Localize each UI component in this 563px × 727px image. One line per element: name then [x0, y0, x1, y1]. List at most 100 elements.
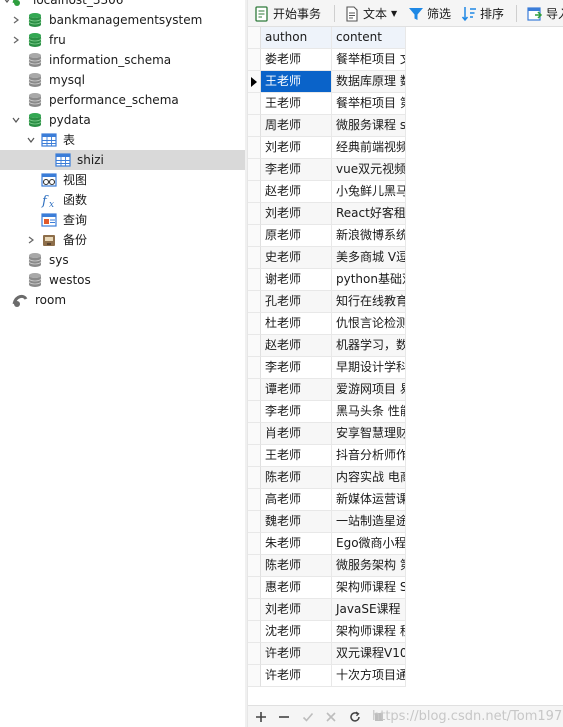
table-row[interactable]: 李老师 黑马头条 性能 — [248, 401, 563, 423]
table-row[interactable]: 陈老师 内容实战 电商 — [248, 467, 563, 489]
table-row[interactable]: 谢老师python基础双 — [248, 269, 563, 291]
tree-db-mysql[interactable]: mysql — [0, 70, 245, 90]
table-row[interactable]: 许老师 双元课程V10 — [248, 643, 563, 665]
table-row[interactable]: 谭老师 爱游网项目 易 — [248, 379, 563, 401]
cell-content[interactable]: 餐举柜项目 文 — [332, 49, 406, 71]
cell-content[interactable]: 仇恨言论检测 — [332, 313, 406, 335]
cell-authon[interactable]: 原老师 — [261, 225, 332, 247]
tree-folder-backups[interactable]: 备份 — [0, 230, 245, 250]
cell-content[interactable]: python基础双 — [332, 269, 406, 291]
cell-authon[interactable]: 陈老师 — [261, 555, 332, 577]
cell-content[interactable]: 安享智慧理财 — [332, 423, 406, 445]
tree-db-information-schema[interactable]: information_schema — [0, 50, 245, 70]
cell-content[interactable]: 新浪微博系统 — [332, 225, 406, 247]
row-gutter[interactable] — [248, 71, 261, 93]
tree-db-pydata[interactable]: pydata — [0, 110, 245, 130]
row-gutter[interactable] — [248, 225, 261, 247]
table-row[interactable]: 魏老师 一站制造星途 — [248, 511, 563, 533]
row-gutter[interactable] — [248, 379, 261, 401]
cell-authon[interactable]: 李老师 — [261, 159, 332, 181]
cell-content[interactable]: Ego微商小程 — [332, 533, 406, 555]
cell-content[interactable]: 知行在线教育 — [332, 291, 406, 313]
table-row[interactable]: 陈老师 微服务架构 第 — [248, 555, 563, 577]
cell-authon[interactable]: 谢老师 — [261, 269, 332, 291]
row-gutter[interactable] — [248, 467, 261, 489]
column-header-authon[interactable]: authon — [261, 27, 332, 49]
cell-content[interactable]: 经典前端视频 — [332, 137, 406, 159]
chevron-right-icon[interactable] — [26, 235, 36, 245]
table-row[interactable]: 孔老师 知行在线教育 — [248, 291, 563, 313]
row-gutter[interactable] — [248, 423, 261, 445]
cell-content[interactable]: vue双元视频 — [332, 159, 406, 181]
row-gutter[interactable] — [248, 577, 261, 599]
row-gutter[interactable] — [248, 665, 261, 687]
cell-content[interactable]: 数据库原理 数 — [332, 71, 406, 93]
table-row[interactable]: 刘老师JavaSE课程 第 — [248, 599, 563, 621]
cell-authon[interactable]: 王老师 — [261, 71, 332, 93]
cell-authon[interactable]: 杜老师 — [261, 313, 332, 335]
table-row[interactable]: 许老师 十次方项目通 — [248, 665, 563, 687]
cell-authon[interactable]: 许老师 — [261, 665, 332, 687]
tree-table-shizi[interactable]: shizi — [0, 150, 245, 170]
chevron-right-icon[interactable] — [11, 35, 21, 45]
cell-content[interactable]: 新媒体运营课 — [332, 489, 406, 511]
cell-content[interactable]: 双元课程V10 — [332, 643, 406, 665]
table-row[interactable]: 赵老师 机器学习，数 — [248, 335, 563, 357]
table-row[interactable]: 王老师 数据库原理 数 — [248, 71, 563, 93]
import-button[interactable]: 导入 — [527, 3, 563, 24]
cell-authon[interactable]: 王老师 — [261, 93, 332, 115]
cell-content[interactable]: 早期设计学科 — [332, 357, 406, 379]
cell-authon[interactable]: 刘老师 — [261, 203, 332, 225]
row-gutter[interactable] — [248, 137, 261, 159]
row-gutter[interactable] — [248, 181, 261, 203]
table-row[interactable]: 原老师 新浪微博系统 — [248, 225, 563, 247]
row-gutter[interactable] — [248, 445, 261, 467]
row-gutter[interactable] — [248, 49, 261, 71]
add-record-button[interactable] — [252, 708, 270, 726]
tree-folder-functions[interactable]: fx 函数 — [0, 190, 245, 210]
cell-content[interactable]: 抖音分析师作 — [332, 445, 406, 467]
cell-authon[interactable]: 王老师 — [261, 445, 332, 467]
row-gutter[interactable] — [248, 643, 261, 665]
table-row[interactable]: 惠老师 架构师课程 S — [248, 577, 563, 599]
cell-authon[interactable]: 赵老师 — [261, 335, 332, 357]
cell-content[interactable]: 架构师课程 S — [332, 577, 406, 599]
row-gutter[interactable] — [248, 533, 261, 555]
caret-down-icon[interactable]: ▼ — [391, 9, 397, 18]
tree-folder-queries[interactable]: 查询 — [0, 210, 245, 230]
cell-authon[interactable]: 周老师 — [261, 115, 332, 137]
cell-authon[interactable]: 娄老师 — [261, 49, 332, 71]
cell-authon[interactable]: 李老师 — [261, 357, 332, 379]
cell-authon[interactable]: 高老师 — [261, 489, 332, 511]
cell-authon[interactable]: 谭老师 — [261, 379, 332, 401]
cell-content[interactable]: 小兔鲜儿黑马 — [332, 181, 406, 203]
cell-content[interactable]: 餐举柜项目 第 — [332, 93, 406, 115]
cell-authon[interactable]: 许老师 — [261, 643, 332, 665]
row-gutter[interactable] — [248, 599, 261, 621]
cell-authon[interactable]: 肖老师 — [261, 423, 332, 445]
tree-db-performance-schema[interactable]: performance_schema — [0, 90, 245, 110]
row-gutter[interactable] — [248, 269, 261, 291]
cell-authon[interactable]: 赵老师 — [261, 181, 332, 203]
sort-button[interactable]: 排序 — [461, 3, 504, 24]
row-gutter[interactable] — [248, 247, 261, 269]
row-gutter[interactable] — [248, 159, 261, 181]
cell-content[interactable]: 黑马头条 性能 — [332, 401, 406, 423]
cell-authon[interactable]: 惠老师 — [261, 577, 332, 599]
cell-content[interactable]: JavaSE课程 第 — [332, 599, 406, 621]
cell-authon[interactable]: 李老师 — [261, 401, 332, 423]
chevron-down-icon[interactable] — [11, 115, 21, 125]
table-row[interactable]: 朱老师 Ego微商小程 — [248, 533, 563, 555]
cell-content[interactable]: 内容实战 电商 — [332, 467, 406, 489]
text-view-button[interactable]: 文本 ▼ — [344, 3, 397, 24]
table-row[interactable]: 刘老师React好客租房 — [248, 203, 563, 225]
table-row[interactable]: 高老师 新媒体运营课 — [248, 489, 563, 511]
tree-db-bankmanagementsystem[interactable]: bankmanagementsystem — [0, 10, 245, 30]
discard-changes-button[interactable] — [322, 708, 340, 726]
table-row[interactable]: 史老师 美多商城 V逗 — [248, 247, 563, 269]
tree-db-fru[interactable]: fru — [0, 30, 245, 50]
table-row[interactable]: 刘老师 经典前端视频 — [248, 137, 563, 159]
cell-content[interactable]: 微服务架构 第 — [332, 555, 406, 577]
cell-authon[interactable]: 魏老师 — [261, 511, 332, 533]
row-gutter[interactable] — [248, 401, 261, 423]
